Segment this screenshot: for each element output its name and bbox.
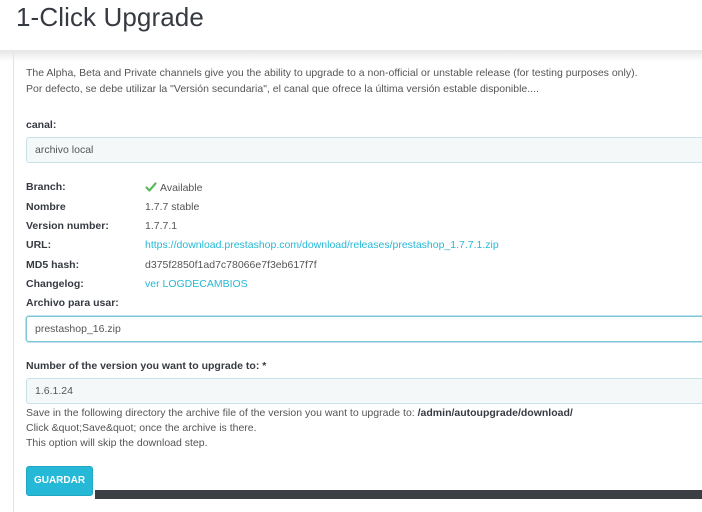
channel-label: canal: [26, 119, 57, 131]
branch-status: Available [145, 181, 202, 194]
bottom-bar [95, 490, 702, 499]
version-number-label: Version number: [26, 220, 109, 232]
version-label: Number of the version you want to upgrad… [26, 360, 267, 372]
md5-label: MD5 hash: [26, 259, 80, 271]
save-button[interactable]: GUARDAR [26, 466, 93, 496]
archive-label: Archivo para usar: [26, 297, 119, 309]
branch-label: Branch: [26, 181, 66, 193]
channel-select[interactable]: archivo local [26, 137, 702, 163]
help-line-1: Save in the following directory the arch… [26, 407, 573, 419]
changelog-link[interactable]: ver LOGDECAMBIOS [145, 278, 248, 290]
channel-description-line-1: The Alpha, Beta and Private channels giv… [26, 67, 638, 79]
archive-select[interactable]: prestashop_16.zip [26, 316, 702, 342]
header-divider [0, 50, 702, 62]
download-url-link[interactable]: https://download.prestashop.com/download… [145, 239, 499, 251]
url-label: URL: [26, 239, 52, 251]
channel-description-line-2: Por defecto, se debe utilizar la "Versió… [26, 83, 539, 95]
version-number-value: 1.7.7.1 [145, 220, 178, 232]
help-line-3: This option will skip the download step. [26, 437, 208, 449]
help-line-1-text: Save in the following directory the arch… [26, 407, 418, 419]
page-header: 1-Click Upgrade [0, 0, 702, 50]
download-directory-path: /admin/autoupgrade/download/ [417, 407, 573, 419]
help-line-2: Click &quot;Save&quot; once the archive … [26, 422, 257, 434]
changelog-label: Changelog: [26, 278, 84, 290]
md5-value: d375f2850f1ad7c78066e7f3eb617f7f [145, 259, 317, 271]
branch-status-text: Available [160, 182, 203, 194]
version-input[interactable]: 1.6.1.24 [26, 378, 702, 404]
name-value: 1.7.7 stable [145, 201, 200, 213]
check-icon [145, 182, 157, 192]
page-title: 1-Click Upgrade [16, 2, 204, 32]
name-label: Nombre [26, 201, 66, 213]
